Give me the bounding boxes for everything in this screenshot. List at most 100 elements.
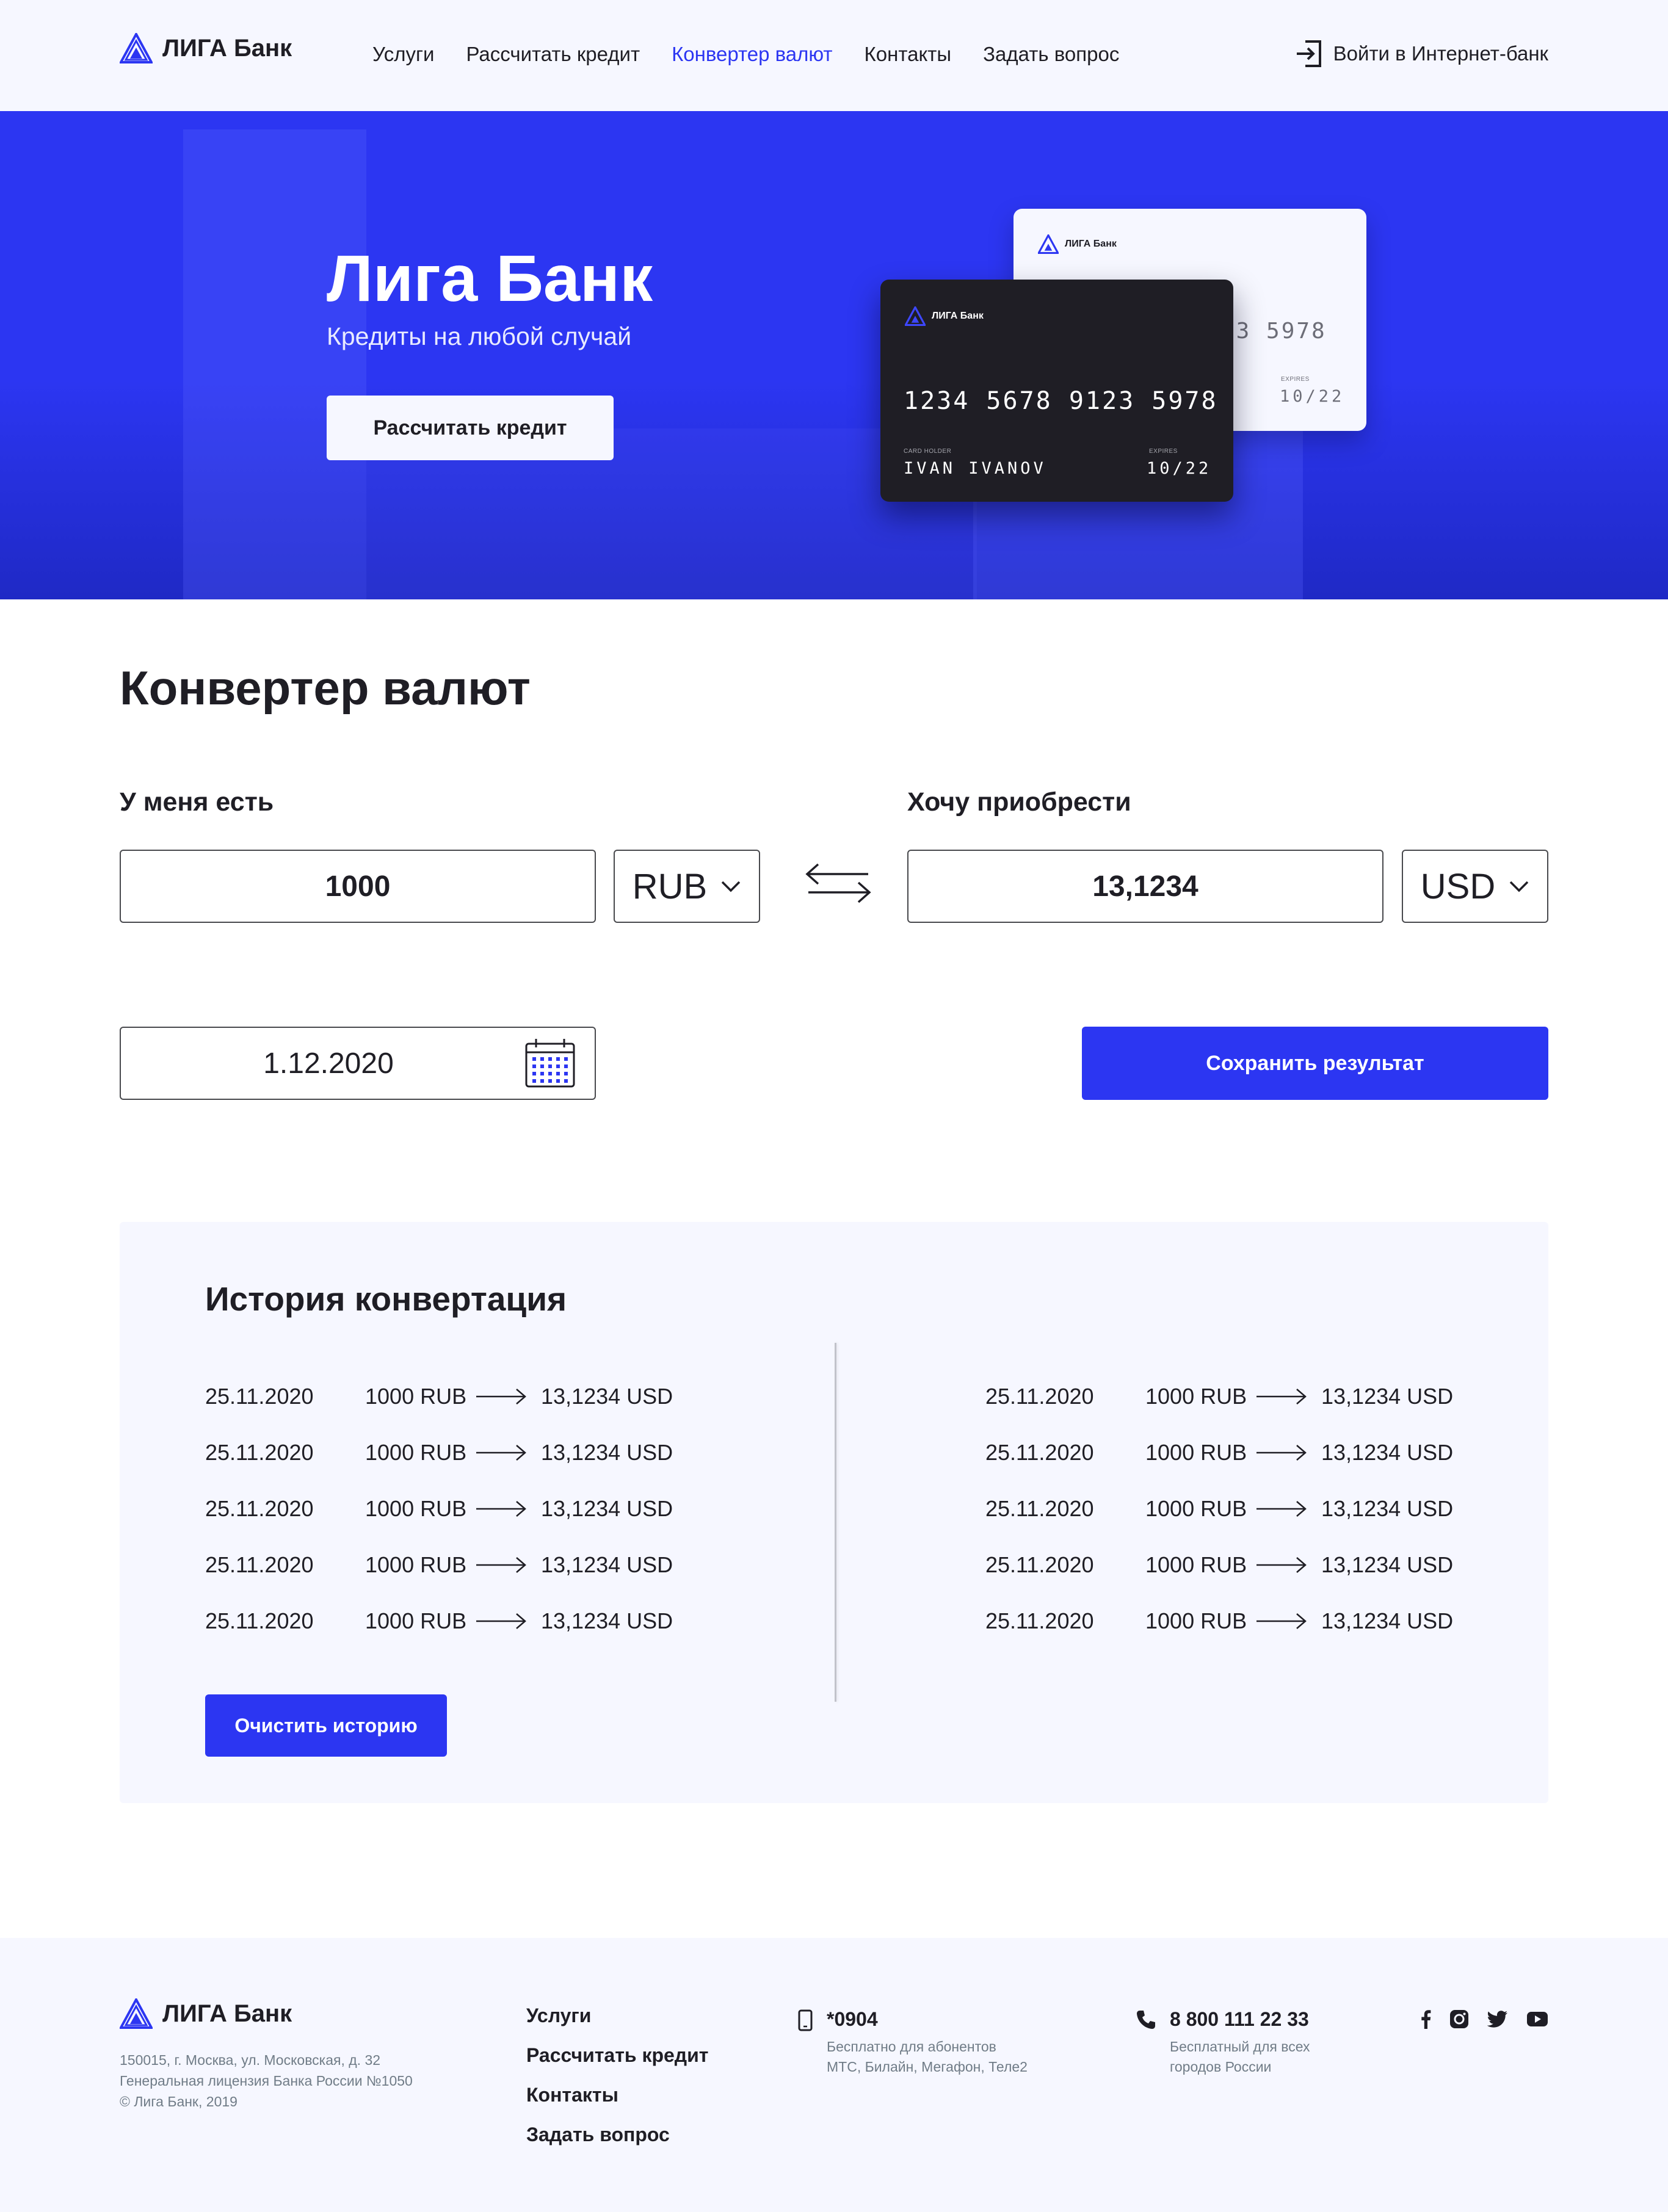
card-number-fragment: 23 5978: [1221, 319, 1327, 344]
history-row: 25.11.2020 1000 RUB 13,1234 USD: [205, 1491, 673, 1527]
hero-subtitle: Кредиты на любой случай: [327, 322, 632, 350]
nav-item-credit[interactable]: Рассчитать кредит: [466, 43, 640, 66]
arrow-right-icon: [1255, 1387, 1321, 1406]
mobile-number[interactable]: *0904: [827, 2008, 1028, 2031]
logo-triangle-icon: [120, 1998, 153, 2029]
history-row: 25.11.2020 1000 RUB 13,1234 USD: [985, 1547, 1453, 1583]
history-title: История конвертация: [205, 1280, 567, 1318]
date-field[interactable]: 1.12.2020: [120, 1027, 596, 1100]
history-from: 1000 RUB: [1145, 1552, 1247, 1577]
card-holder-label: CARD HOLDER: [904, 448, 952, 455]
hero-title: Лига Банк: [327, 241, 653, 315]
twitter-icon[interactable]: [1487, 2011, 1508, 2028]
footer-phone-contact: 8 800 111 22 33 Бесплатный для всех горо…: [1136, 2008, 1310, 2077]
card-expires: 10/22: [1280, 387, 1345, 406]
history-row: 25.11.2020 1000 RUB 13,1234 USD: [205, 1378, 673, 1415]
history-from: 1000 RUB: [365, 1552, 467, 1577]
history-from: 1000 RUB: [365, 1608, 467, 1633]
nav-item-converter[interactable]: Конвертер валют: [672, 43, 832, 66]
mobile-phone-icon: [798, 2009, 813, 2031]
history-from: 1000 RUB: [365, 1384, 467, 1409]
nav-item-contacts[interactable]: Контакты: [865, 43, 952, 66]
footer-address: 150015, г. Москва, ул. Московская, д. 32…: [120, 2050, 413, 2112]
chevron-down-icon: [1509, 881, 1529, 892]
footer-nav-credit[interactable]: Рассчитать кредит: [526, 2044, 708, 2067]
history-date: 25.11.2020: [985, 1496, 1094, 1521]
card-bank-name: ЛИГА Банк: [1065, 239, 1117, 249]
footer-logo[interactable]: ЛИГА Банк: [120, 1998, 292, 2029]
card-number: 1234 5678 9123 5978: [904, 387, 1218, 415]
address-line: 150015, г. Москва, ул. Московская, д. 32: [120, 2052, 381, 2068]
instagram-icon[interactable]: [1449, 2009, 1469, 2029]
history-row: 25.11.2020 1000 RUB 13,1234 USD: [205, 1434, 673, 1471]
history-date: 25.11.2020: [985, 1552, 1094, 1577]
history-date: 25.11.2020: [985, 1608, 1094, 1633]
bank-card-black: ЛИГА Банк 1234 5678 9123 5978 CARD HOLDE…: [880, 280, 1233, 502]
arrow-right-icon: [475, 1387, 541, 1406]
phone-number[interactable]: 8 800 111 22 33: [1170, 2008, 1310, 2031]
arrow-right-icon: [475, 1444, 541, 1462]
history-to: 13,1234 USD: [1321, 1440, 1454, 1465]
want-currency-select[interactable]: USD: [1402, 850, 1548, 923]
hero-decor-block: [183, 129, 366, 599]
card-bank-name: ЛИГА Банк: [932, 311, 984, 321]
calendar-icon[interactable]: [524, 1036, 576, 1089]
have-currency-select[interactable]: RUB: [614, 850, 760, 923]
have-amount-input[interactable]: 1000: [120, 850, 596, 923]
history-date: 25.11.2020: [205, 1608, 314, 1633]
history-from: 1000 RUB: [365, 1496, 467, 1521]
arrow-right-icon: [475, 1612, 541, 1630]
card-holder: IVAN IVANOV: [904, 459, 1046, 478]
want-amount-input[interactable]: 13,1234: [907, 850, 1383, 923]
footer-nav-contacts[interactable]: Контакты: [526, 2084, 708, 2106]
history-row: 25.11.2020 1000 RUB 13,1234 USD: [985, 1434, 1453, 1471]
logo-triangle-icon: [120, 33, 153, 63]
save-result-button[interactable]: Сохранить результат: [1082, 1027, 1548, 1100]
card-expires-label: EXPIRES: [1281, 376, 1310, 383]
login-link[interactable]: Войти в Интернет-банк: [1296, 39, 1548, 68]
history-date: 25.11.2020: [985, 1440, 1094, 1465]
footer-nav-services[interactable]: Услуги: [526, 2004, 708, 2027]
history-to: 13,1234 USD: [1321, 1552, 1454, 1577]
history-from: 1000 RUB: [1145, 1384, 1247, 1409]
header-logo[interactable]: ЛИГА Банк: [120, 33, 292, 63]
history-row: 25.11.2020 1000 RUB 13,1234 USD: [985, 1603, 1453, 1639]
phone-icon: [1137, 2011, 1155, 2029]
arrow-right-icon: [475, 1556, 541, 1574]
history-to: 13,1234 USD: [541, 1440, 673, 1465]
phone-note: Бесплатный для всех городов России: [1170, 2039, 1310, 2075]
history-to: 13,1234 USD: [1321, 1608, 1454, 1633]
have-label: У меня есть: [120, 787, 274, 817]
license-line: Генеральная лицензия Банка России №1050: [120, 2073, 413, 2089]
arrow-right-icon: [1255, 1612, 1321, 1630]
chevron-down-icon: [721, 881, 741, 892]
want-label: Хочу приобрести: [907, 787, 1131, 817]
nav-item-ask[interactable]: Задать вопрос: [983, 43, 1119, 66]
arrow-right-icon: [1255, 1500, 1321, 1518]
history-date: 25.11.2020: [205, 1384, 314, 1409]
card-expires-label: EXPIRES: [1149, 448, 1178, 455]
history-to: 13,1234 USD: [541, 1552, 673, 1577]
nav-item-services[interactable]: Услуги: [372, 43, 434, 66]
hero-calc-credit-button[interactable]: Рассчитать кредит: [327, 396, 614, 460]
login-icon: [1296, 40, 1321, 67]
have-currency-value: RUB: [632, 866, 708, 906]
facebook-icon[interactable]: [1420, 2009, 1431, 2029]
clear-history-button[interactable]: Очистить историю: [205, 1694, 447, 1757]
arrow-right-icon: [475, 1500, 541, 1518]
card-expires: 10/22: [1147, 459, 1212, 478]
history-to: 13,1234 USD: [541, 1608, 673, 1633]
history-list-left: 25.11.2020 1000 RUB 13,1234 USD 25.11.20…: [205, 1378, 673, 1639]
history-row: 25.11.2020 1000 RUB 13,1234 USD: [985, 1491, 1453, 1527]
swap-arrows-icon[interactable]: [805, 861, 872, 906]
history-date: 25.11.2020: [985, 1384, 1094, 1409]
arrow-right-icon: [1255, 1444, 1321, 1462]
logo-triangle-icon: [905, 306, 926, 326]
history-from: 1000 RUB: [1145, 1608, 1247, 1633]
footer-nav-ask[interactable]: Задать вопрос: [526, 2123, 708, 2146]
copyright-line: © Лига Банк, 2019: [120, 2094, 238, 2109]
youtube-icon[interactable]: [1526, 2011, 1548, 2028]
logo-text: ЛИГА Банк: [162, 34, 292, 62]
history-date: 25.11.2020: [205, 1496, 314, 1521]
footer-logo-text: ЛИГА Банк: [162, 2000, 292, 2027]
